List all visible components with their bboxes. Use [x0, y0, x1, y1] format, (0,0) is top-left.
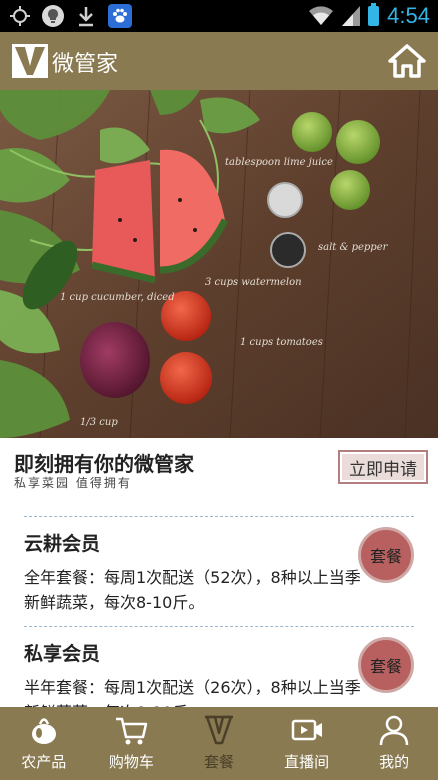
lightbulb-icon: [42, 5, 64, 27]
produce-icon: [31, 718, 56, 744]
tab-label: 购物车: [108, 753, 154, 771]
banner-annotation: 1 cup cucumber, diced: [60, 292, 175, 303]
home-icon: [388, 44, 426, 78]
tab-live[interactable]: 直播间: [263, 707, 351, 780]
download-icon: [74, 4, 98, 28]
banner-annotation: 1 cups tomatoes: [240, 337, 323, 348]
membership-title: 私享会员: [24, 643, 101, 665]
app-title: 微管家: [52, 52, 119, 77]
package-logo-icon: [204, 715, 233, 745]
tab-label: 直播间: [284, 753, 330, 771]
home-button[interactable]: [388, 44, 426, 78]
baidu-paw-icon: [108, 4, 132, 28]
membership-desc: 全年套餐：每周1次配送（52次），8种以上当季新鲜蔬菜，每次8-10斤。: [24, 568, 361, 612]
membership-card: 云耕会员 全年套餐：每周1次配送（52次），8种以上当季新鲜蔬菜，每次8-10斤…: [24, 516, 414, 626]
tab-label: 农产品: [21, 753, 67, 771]
membership-list[interactable]: 云耕会员 全年套餐：每周1次配送（52次），8种以上当季新鲜蔬菜，每次8-10斤…: [0, 498, 438, 707]
tab-label: 我的: [379, 753, 410, 771]
membership-title: 云耕会员: [24, 533, 101, 555]
app-header: 微管家: [0, 32, 438, 90]
promo-title: 即刻拥有你的微管家: [14, 452, 194, 476]
package-button[interactable]: 套餐: [358, 637, 414, 693]
tab-label: 套餐: [203, 753, 234, 771]
app-logo-icon: [12, 44, 48, 78]
banner-image[interactable]: tablespoon lime juice salt & pepper 3 cu…: [0, 90, 438, 438]
package-button[interactable]: 套餐: [358, 527, 414, 583]
banner-annotation: 1/3 cup: [80, 417, 118, 428]
promo-subtitle: 私享菜园 值得拥有: [14, 476, 132, 490]
tab-mine[interactable]: 我的: [350, 707, 438, 780]
tab-package[interactable]: 套餐: [175, 707, 263, 780]
membership-card: 私享会员 半年套餐：每周1次配送（26次），8种以上当季新鲜蔬菜，每次8-10斤…: [24, 626, 414, 707]
tab-produce[interactable]: 农产品: [0, 707, 88, 780]
bottom-tab-bar: 农产品 购物车 套餐 直播间 我的: [0, 707, 438, 780]
video-icon: [291, 719, 322, 741]
tab-cart[interactable]: 购物车: [88, 707, 176, 780]
wifi-icon: [309, 6, 334, 26]
cart-icon: [116, 717, 148, 745]
membership-desc: 半年套餐：每周1次配送（26次），8种以上当季新鲜蔬菜，每次8-10斤。: [24, 678, 361, 707]
banner-annotation: salt & pepper: [318, 242, 389, 253]
banner-annotation: tablespoon lime juice: [225, 157, 333, 168]
status-bar: 4:54: [0, 0, 438, 32]
banner-annotation: 3 cups watermelon: [205, 277, 302, 288]
apply-now-button[interactable]: 立即申请: [338, 450, 428, 484]
battery-icon: [368, 3, 380, 26]
promo-strip: 即刻拥有你的微管家 私享菜园 值得拥有 立即申请: [0, 438, 438, 498]
signal-icon: [342, 6, 361, 26]
user-icon: [379, 715, 409, 746]
gps-icon: [8, 4, 32, 28]
clock: 4:54: [387, 3, 430, 28]
